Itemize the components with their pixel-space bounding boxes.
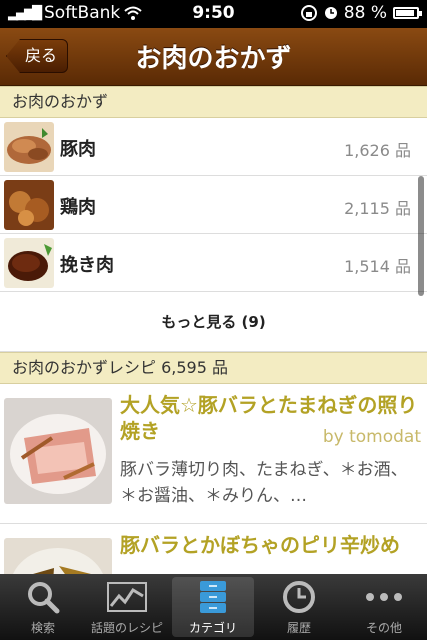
category-row-minced-meat[interactable]: 挽き肉 1,514 品	[0, 234, 427, 292]
category-drawer-icon	[200, 581, 226, 613]
category-count: 2,115 品	[344, 199, 411, 218]
tab-more[interactable]: その他	[343, 577, 425, 637]
category-name: 鶏肉	[60, 197, 96, 218]
category-name: 豚肉	[60, 139, 96, 160]
clock-icon	[283, 581, 315, 613]
navigation-bar: 戻る お肉のおかず	[0, 28, 427, 86]
category-count: 1,514 品	[344, 257, 411, 276]
recipe-row[interactable]: 豚バラとかぼちゃのピリ辛炒め	[0, 524, 427, 574]
tab-category[interactable]: カテゴリ	[172, 577, 254, 637]
alarm-icon	[324, 7, 337, 19]
battery-percent: 88 %	[343, 3, 387, 23]
tab-label: カテゴリ	[188, 621, 237, 635]
more-dots-icon	[366, 593, 402, 601]
tab-label: その他	[365, 621, 402, 635]
recipe-row[interactable]: 大人気☆豚バラとたまねぎの照り焼き by tomodat 豚バラ薄切り肉、たまね…	[0, 384, 427, 524]
minced-meat-dish-thumbnail	[4, 238, 54, 288]
page-title: お肉のおかず	[135, 44, 292, 74]
trend-chart-icon	[107, 582, 147, 612]
search-icon	[28, 582, 60, 614]
content-list[interactable]: お肉のおかず 豚肉 1,626 品 鶏肉 2,115 品 挽き肉 1,514 品…	[0, 86, 427, 574]
tab-history[interactable]: 履歴	[258, 577, 340, 637]
category-section-header: お肉のおかず	[0, 86, 427, 118]
recipe-section-header: お肉のおかずレシピ 6,595 品	[0, 352, 427, 384]
scroll-indicator[interactable]	[418, 176, 424, 296]
category-row-pork[interactable]: 豚肉 1,626 品	[0, 118, 427, 176]
show-more-button[interactable]: もっと見る (9)	[0, 292, 427, 352]
recipe-photo	[4, 398, 112, 504]
tab-label: 検索	[30, 621, 55, 635]
tab-label: 話題のレシピ	[90, 621, 163, 635]
tab-label: 履歴	[286, 621, 311, 635]
status-right-group: 88 %	[300, 3, 422, 23]
recipe-ingredients: 豚バラ薄切り肉、たまねぎ、＊お酒、＊お醤油、＊みりん、…	[120, 460, 408, 506]
category-row-chicken[interactable]: 鶏肉 2,115 品	[0, 176, 427, 234]
category-name: 挽き肉	[60, 255, 114, 276]
status-bar: ▂▄▆█ SoftBank 9:50 88 %	[0, 0, 427, 28]
recipe-author: by tomodat	[322, 427, 421, 447]
battery-fill	[396, 10, 414, 16]
tab-trending-recipes[interactable]: 話題のレシピ	[86, 577, 168, 637]
tab-bar: 検索 話題のレシピ カテゴリ 履歴 その他	[0, 574, 427, 640]
category-count: 1,626 品	[344, 141, 411, 160]
pork-dish-thumbnail	[4, 122, 54, 172]
rotation-lock-icon	[300, 5, 317, 21]
recipe-title: 豚バラとかぼちゃのピリ辛炒め	[120, 533, 400, 557]
tab-search[interactable]: 検索	[2, 577, 84, 637]
chicken-dish-thumbnail	[4, 180, 54, 230]
recipe-photo	[4, 538, 112, 574]
battery-icon	[393, 7, 422, 19]
